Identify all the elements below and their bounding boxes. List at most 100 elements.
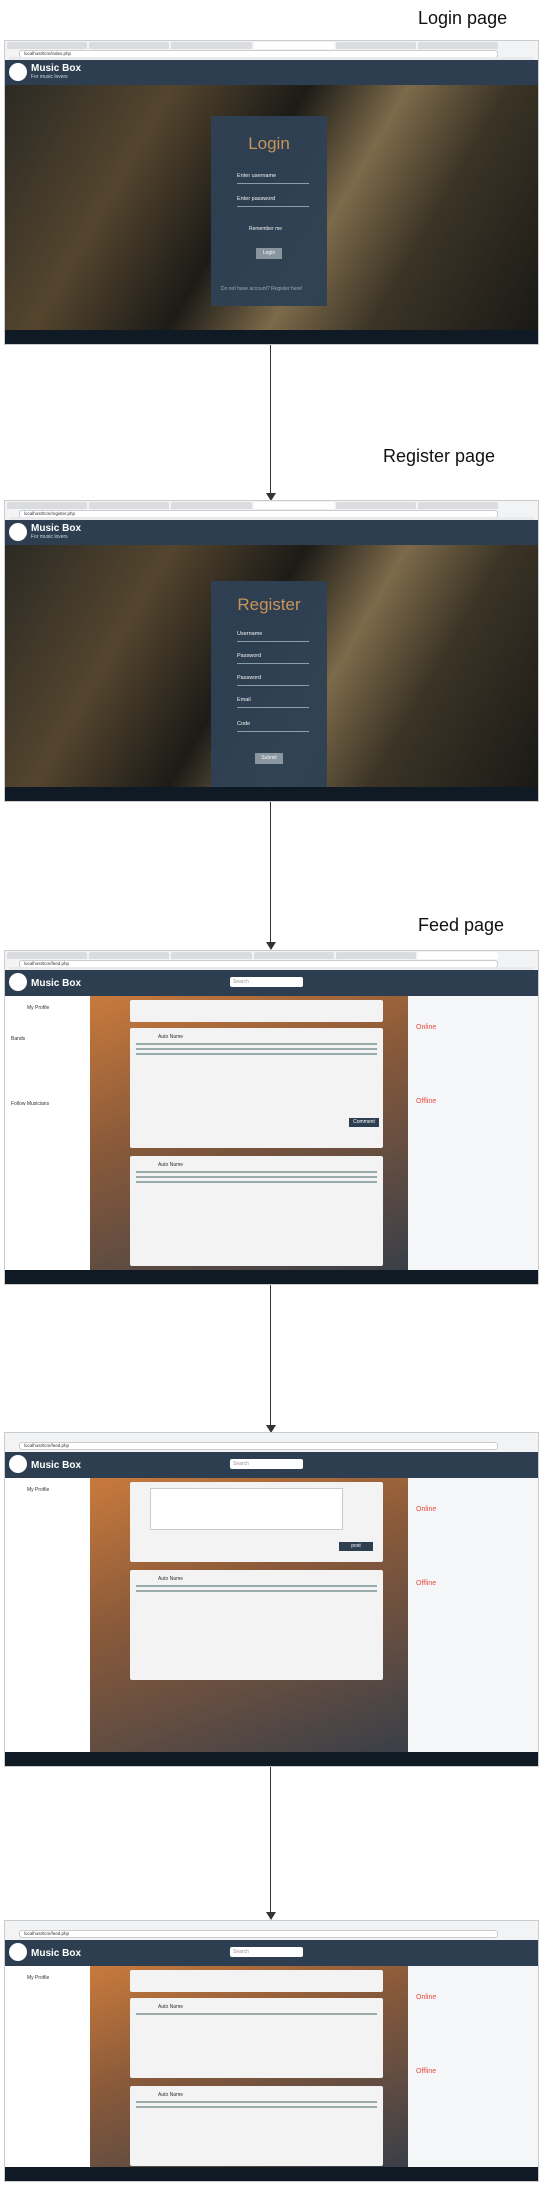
flow-arrow [270, 345, 271, 493]
browser-tab-active[interactable] [253, 502, 334, 509]
post-text [136, 1585, 377, 1587]
comment-button[interactable]: Comment [349, 1118, 379, 1127]
profile-name[interactable]: My Profile [27, 1487, 49, 1493]
browser-tab[interactable] [253, 952, 334, 959]
brand-name: Music Box [31, 63, 82, 74]
flow-arrow [270, 802, 271, 942]
browser-tab[interactable] [417, 42, 499, 49]
flow-arrow [270, 1767, 271, 1912]
new-post-card [130, 1970, 383, 1992]
feed-screenshot-1: localhost/tcm/feed.php Music Box Search … [4, 950, 539, 1285]
confirm-password-input[interactable]: Password [237, 675, 309, 686]
browser-tab[interactable] [417, 502, 499, 509]
post-author[interactable]: Auto Name [130, 2086, 383, 2098]
browser-chrome: localhost/tcm/index.php [5, 41, 538, 61]
post-card: Auto Name [130, 1998, 383, 2078]
brand-name: Music Box [31, 523, 82, 534]
right-sidebar: Online Offline [408, 996, 538, 1270]
brand-name: Music Box [31, 978, 82, 989]
browser-tab[interactable] [7, 952, 88, 959]
browser-tab[interactable] [89, 42, 170, 49]
browser-tab[interactable] [171, 42, 252, 49]
browser-tab[interactable] [171, 952, 252, 959]
taskbar [5, 1752, 538, 1766]
post-text [136, 2101, 377, 2103]
browser-tab[interactable] [171, 502, 252, 509]
search-input[interactable]: Search [230, 977, 303, 987]
app-header: Music Box Search [5, 970, 538, 996]
login-page-label: Login page [418, 8, 508, 28]
search-input[interactable]: Search [230, 1459, 303, 1469]
post-author[interactable]: Auto Name [130, 1028, 383, 1040]
feed-center: Auto Name Comment Auto Name [90, 996, 408, 1270]
login-screenshot: localhost/tcm/index.php Music Box For mu… [4, 40, 539, 345]
brand-tagline: For music lovers [31, 74, 68, 80]
browser-tab-active[interactable] [417, 952, 499, 959]
logo-icon [9, 63, 27, 81]
logo-icon [9, 1455, 27, 1473]
register-screenshot: localhost/tcm/register.php Music Box For… [4, 500, 539, 802]
right-sidebar: Online Offline [408, 1966, 538, 2167]
browser-chrome: localhost/tcm/feed.php [5, 1433, 538, 1453]
browser-tab[interactable] [335, 42, 416, 49]
password-input[interactable]: Enter password [237, 196, 309, 207]
post-text [136, 1176, 377, 1178]
register-page-label: Register page [383, 446, 496, 466]
code-input[interactable]: Code [237, 721, 309, 732]
feed-center: Auto Name Auto Name [90, 1966, 408, 2167]
logo-icon [9, 973, 27, 991]
browser-tab-active[interactable] [253, 42, 334, 49]
left-sidebar: My Profile [5, 1966, 91, 2167]
taskbar [5, 787, 538, 801]
search-input[interactable]: Search [230, 1947, 303, 1957]
offline-header: Offline [416, 1098, 437, 1105]
logo-icon [9, 523, 27, 541]
password-input[interactable]: Password [237, 653, 309, 664]
browser-tabs [7, 502, 499, 509]
browser-tabs [7, 952, 499, 959]
post-text [136, 1053, 377, 1055]
profile-name[interactable]: My Profile [27, 1975, 49, 1981]
login-button[interactable]: Login [256, 248, 282, 259]
post-text [136, 1043, 377, 1045]
post-author[interactable]: Auto Name [130, 1156, 383, 1168]
feed-screenshot-3: localhost/tcm/feed.php Music Box Search … [4, 1920, 539, 2182]
username-input[interactable]: Enter username [237, 173, 309, 184]
profile-name[interactable]: My Profile [27, 1005, 49, 1011]
offline-header: Offline [416, 2068, 437, 2075]
flow-arrow [270, 1285, 271, 1425]
browser-tab[interactable] [335, 502, 416, 509]
post-author[interactable]: Auto Name [130, 1570, 383, 1582]
email-input[interactable]: Email [237, 697, 309, 708]
online-header: Online [416, 1024, 437, 1031]
post-button[interactable]: post [339, 1542, 373, 1551]
post-card: Auto Name Comment [130, 1028, 383, 1148]
browser-chrome: localhost/tcm/feed.php [5, 951, 538, 971]
url-bar[interactable]: localhost/tcm/feed.php [19, 1442, 498, 1450]
submit-button[interactable]: Submit [255, 753, 283, 764]
post-text [136, 2013, 377, 2015]
remember-checkbox[interactable]: Remember me [249, 226, 282, 232]
right-sidebar: Online Offline [408, 1478, 538, 1752]
post-text [136, 1048, 377, 1050]
post-text [136, 2106, 377, 2108]
browser-tab[interactable] [7, 502, 88, 509]
app-header: Music Box Search [5, 1452, 538, 1478]
browser-tab[interactable] [89, 502, 170, 509]
brand-tagline: For music lovers [31, 534, 68, 540]
bands-header: Bands [11, 1036, 26, 1042]
post-text [136, 1171, 377, 1173]
register-link[interactable]: Do not have account? Register here! [221, 286, 302, 292]
username-input[interactable]: Username [237, 631, 309, 642]
browser-tab[interactable] [335, 952, 416, 959]
browser-tab[interactable] [89, 952, 170, 959]
browser-tab[interactable] [7, 42, 88, 49]
app-header: Music Box For music lovers [5, 520, 538, 545]
post-card: Auto Name [130, 1570, 383, 1680]
new-post-card: post [130, 1482, 383, 1562]
post-author[interactable]: Auto Name [130, 1998, 383, 2010]
post-textarea[interactable] [150, 1488, 343, 1530]
url-bar[interactable]: localhost/tcm/feed.php [19, 1930, 498, 1938]
browser-tabs [7, 42, 499, 49]
arrow-head-icon [266, 1912, 276, 1920]
